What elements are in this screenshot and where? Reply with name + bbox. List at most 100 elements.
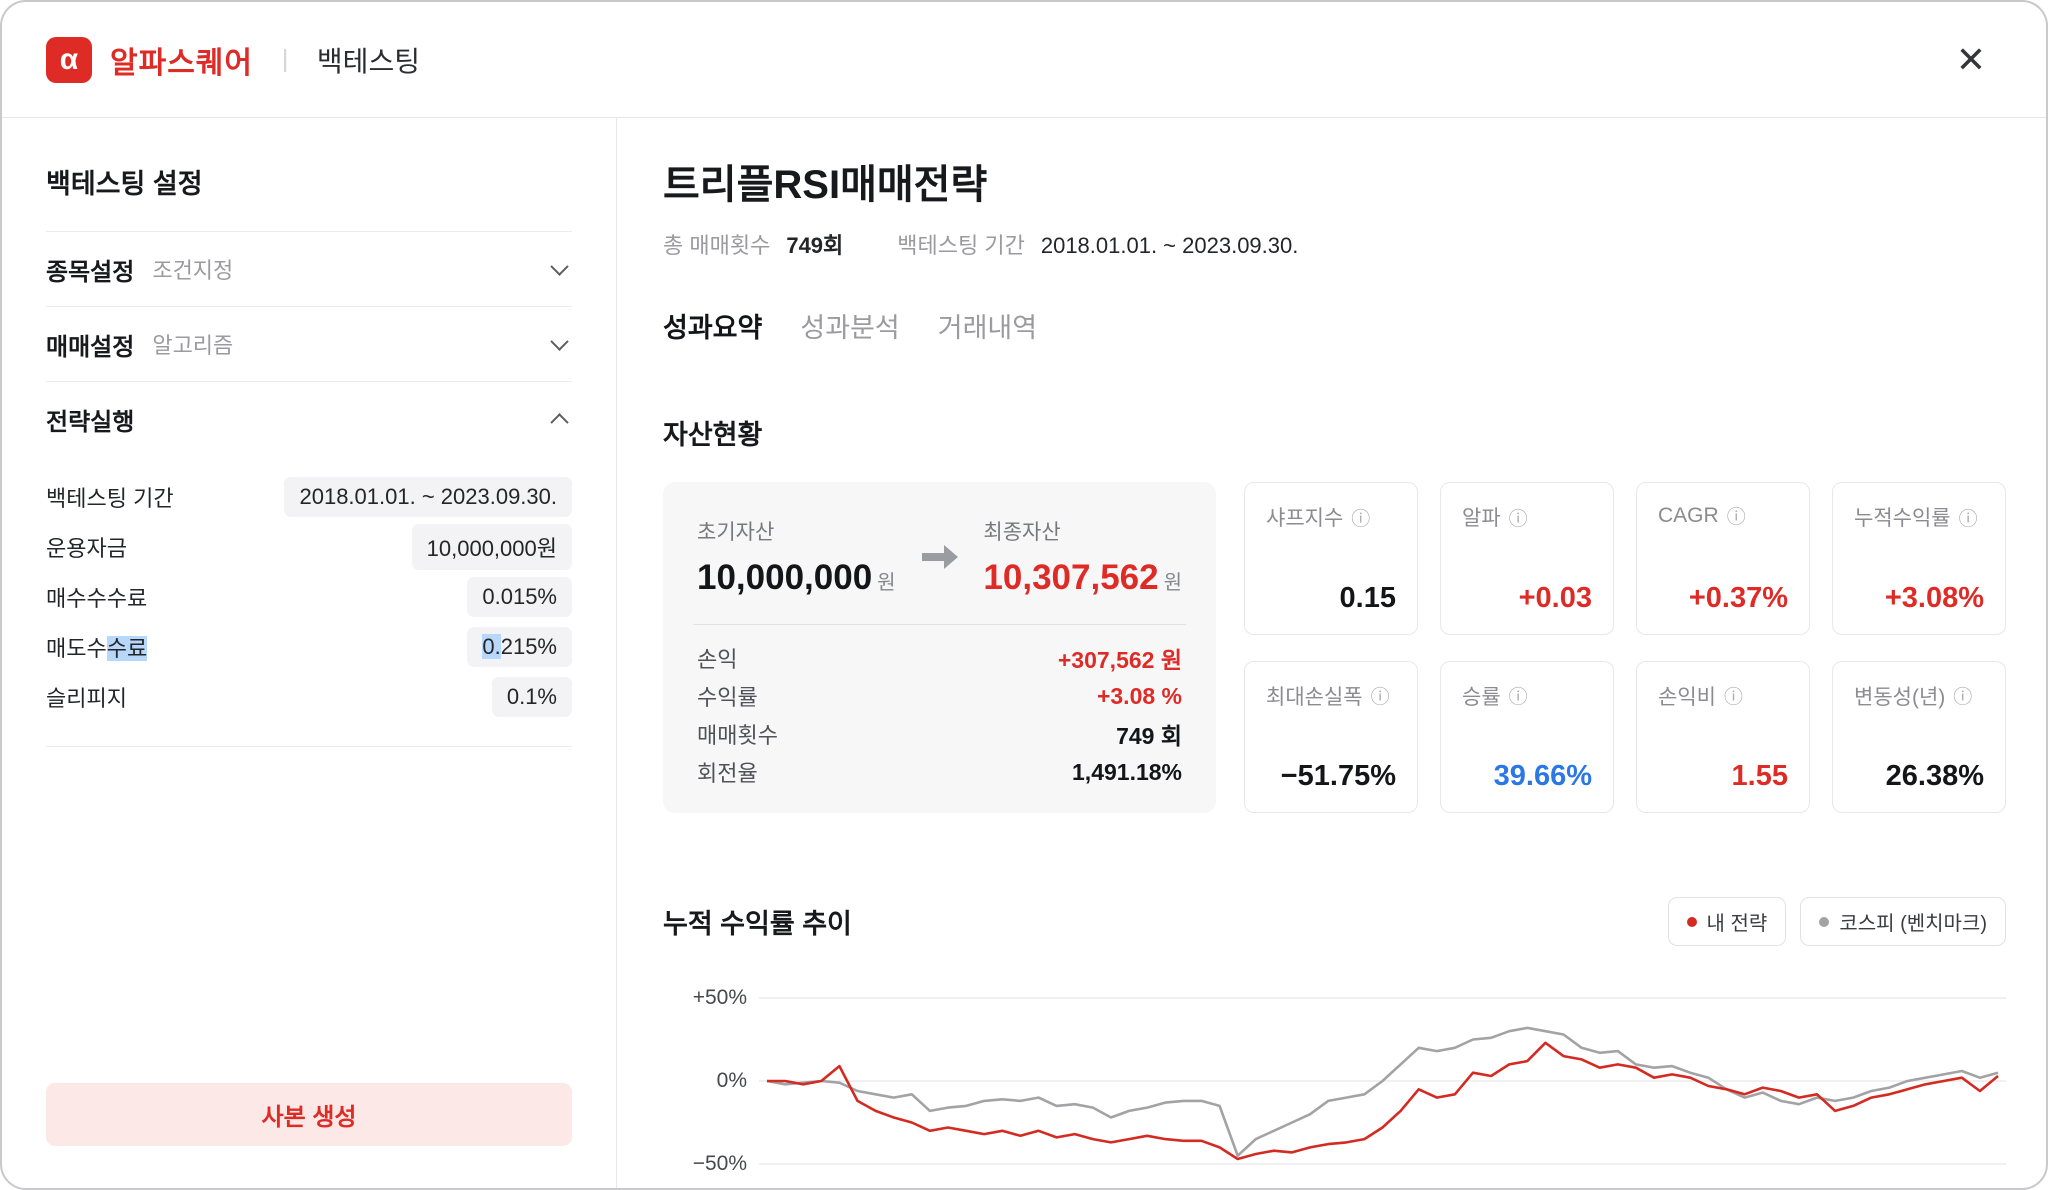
info-icon[interactable]: ⓘ [1953,682,1972,709]
value-selected-text: 0. [482,634,500,659]
create-copy-button[interactable]: 사본 생성 [46,1083,572,1146]
right-arrow-icon [918,542,962,572]
result-tabs: 성과요약 성과분석 거래내역 [663,306,2006,351]
info-icon[interactable]: ⓘ [1509,504,1528,531]
label-plain: 매도수 [46,636,107,661]
row-value: 749 회 [1116,717,1182,751]
metric-value: 39.66% [1494,760,1592,793]
metric-label: 손익비 [1658,681,1716,711]
strategy-meta: 총 매매횟수 749회 백테스팅 기간 2018.01.01. ~ 2023.0… [663,228,2006,260]
chevron-down-icon [550,257,568,275]
capital-input[interactable]: 10,000,000원 [412,524,572,570]
info-icon[interactable]: ⓘ [1371,682,1390,709]
logo-letter: α [60,43,78,77]
tab-performance-analysis[interactable]: 성과분석 [800,306,899,351]
tab-trade-history[interactable]: 거래내역 [938,306,1037,351]
metric-card-cumulative-return: 누적수익률ⓘ +3.08% [1832,482,2006,635]
backtest-period-value: 2018.01.01. ~ 2023.09.30. [1041,233,1299,259]
asset-panel: 초기자산 10,000,000원 최종자산 10,307,562원 [663,482,1216,813]
info-icon[interactable]: ⓘ [1959,504,1978,531]
legend-label: 코스피 (벤치마크) [1839,907,1987,936]
label-selected-text: 수료 [107,636,147,661]
metric-label: 알파 [1462,502,1501,532]
section-label: 종목설정 [46,252,134,287]
row-value: +3.08 % [1097,683,1182,710]
results-main: 트리플RSI매매전략 총 매매횟수 749회 백테스팅 기간 2018.01.0… [617,118,2046,1188]
legend-label: 내 전략 [1707,907,1768,936]
field-label: 슬리피지 [46,681,127,713]
sidebar-section-stock-settings[interactable]: 종목설정 조건지정 [46,232,572,306]
info-icon[interactable]: ⓘ [1727,502,1746,529]
y-tick-label: −50% [663,1151,747,1177]
metric-label: 누적수익률 [1854,502,1951,532]
section-sublabel: 조건지정 [152,253,233,285]
strategy-line [767,1043,1998,1159]
row-value: 1,491.18% [1072,759,1182,786]
field-slippage: 슬리피지 0.1% [46,672,572,722]
metric-value: −51.75% [1281,760,1396,793]
chevron-down-icon [550,332,568,350]
y-axis-labels: +50%0%−50%−100% [663,986,747,1188]
legend-kospi-benchmark[interactable]: 코스피 (벤치마크) [1800,897,2006,946]
field-label: 운용자금 [46,531,127,563]
trade-count-row: 매매횟수 749 회 [693,715,1186,753]
sidebar-title: 백테스팅 설정 [46,162,572,201]
y-tick-label: +50% [663,985,747,1011]
field-label: 매도수수료 [46,631,147,663]
divider [693,624,1186,625]
row-label: 손익 [697,642,737,674]
legend-my-strategy[interactable]: 내 전략 [1668,897,1787,946]
chart-plot-area [759,986,2006,1188]
sidebar-section-trade-settings[interactable]: 매매설정 알고리즘 [46,307,572,381]
settings-sidebar: 백테스팅 설정 종목설정 조건지정 매매설정 알고리즘 전략실행 백테스팅 기간 [2,118,617,1188]
field-buy-fee: 매수수수료 0.015% [46,572,572,622]
row-label: 수익률 [697,680,758,712]
initial-asset-label: 초기자산 [697,516,896,546]
sell-fee-input[interactable]: 0.215% [467,627,572,667]
tab-performance-summary[interactable]: 성과요약 [663,306,762,351]
field-backtest-period: 백테스팅 기간 2018.01.01. ~ 2023.09.30. [46,472,572,522]
final-asset: 최종자산 10,307,562원 [983,516,1182,598]
y-tick-label: 0% [663,1068,747,1094]
sidebar-section-strategy-run[interactable]: 전략실행 [46,382,572,456]
buy-fee-input[interactable]: 0.015% [467,577,572,617]
metric-value: 26.38% [1886,760,1984,793]
field-label: 매수수수료 [46,581,147,613]
benchmark-line [767,1028,1998,1156]
unit-label: 원 [877,572,895,594]
header: α 알파스퀘어 ㅣ 백테스팅 ✕ [2,2,2046,118]
final-asset-value: 10,307,562원 [983,558,1182,598]
backtest-period-label: 백테스팅 기간 [897,228,1025,260]
page-title: 백테스팅 [317,40,420,80]
metric-card-profit-loss-ratio: 손익비 ⓘ 1.55 [1636,661,1810,814]
cumulative-return-chart: +50%0%−50%−100% 2018.0105102019.03082020… [663,986,2006,1188]
profit-row: 손익 +307,562 원 [693,639,1186,677]
metrics-grid: 샤프지수ⓘ 0.15 알파ⓘ +0.03 CAGRⓘ +0.37% 누적수익률ⓘ… [1244,482,2006,813]
window-body: 백테스팅 설정 종목설정 조건지정 매매설정 알고리즘 전략실행 백테스팅 기간 [2,118,2046,1188]
return-row: 수익률 +3.08 % [693,677,1186,715]
metric-value: +0.03 [1519,582,1592,615]
asset-panel-top: 초기자산 10,000,000원 최종자산 10,307,562원 [693,512,1186,598]
slippage-input[interactable]: 0.1% [492,677,572,717]
metric-value: 1.55 [1732,760,1788,793]
period-input[interactable]: 2018.01.01. ~ 2023.09.30. [284,477,572,517]
info-icon[interactable]: ⓘ [1724,682,1743,709]
info-icon[interactable]: ⓘ [1351,504,1370,531]
initial-asset-value: 10,000,000원 [697,558,896,598]
field-label: 백테스팅 기간 [46,481,174,513]
brand-name: 알파스퀘어 [110,38,253,82]
info-icon[interactable]: ⓘ [1509,682,1528,709]
metric-value: +0.37% [1689,582,1788,615]
close-icon[interactable]: ✕ [1952,38,1990,82]
row-value: +307,562 원 [1058,641,1182,675]
section-label: 전략실행 [46,402,134,437]
divider [46,746,572,747]
field-capital: 운용자금 10,000,000원 [46,522,572,572]
metric-label: 샤프지수 [1266,502,1343,532]
gray-dot-icon [1819,917,1829,927]
metric-label: 변동성(년) [1854,681,1945,711]
turnover-row: 회전율 1,491.18% [693,753,1186,791]
alphasquare-logo-icon[interactable]: α [46,37,92,83]
metric-card-win-rate: 승률ⓘ 39.66% [1440,661,1614,814]
metric-card-sharpe: 샤프지수ⓘ 0.15 [1244,482,1418,635]
